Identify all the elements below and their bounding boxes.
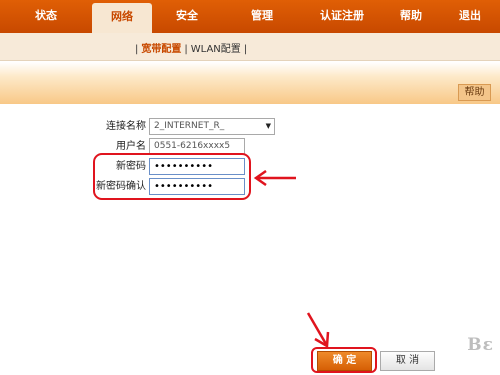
nav-item-logout[interactable]: 退出 [440, 0, 500, 33]
separator: | [135, 44, 139, 55]
subnav-broadband-config[interactable]: 宽带配置 [141, 44, 181, 55]
header-band [0, 62, 500, 104]
arrow-down-icon [306, 312, 330, 349]
connection-name-label: 连接名称 [106, 121, 146, 132]
nav-item-network[interactable]: 网络 [92, 3, 152, 33]
subnav-wlan-config[interactable]: WLAN配置 [191, 44, 241, 55]
separator: | [243, 44, 248, 55]
help-button[interactable]: 帮助 [458, 84, 491, 101]
nav-item-management[interactable]: 管理 [222, 0, 302, 33]
separator: | [184, 44, 188, 55]
cancel-button[interactable]: 取 消 [380, 351, 435, 371]
top-nav: 状态 网络 安全 管理 认证注册 帮助 退出 [0, 0, 500, 33]
nav-item-help[interactable]: 帮助 [382, 0, 440, 33]
nav-item-security[interactable]: 安全 [152, 0, 222, 33]
connection-name-value: 2_INTERNET_R_ [154, 121, 225, 131]
nav-item-status[interactable]: 状态 [0, 0, 92, 33]
sub-nav: | 宽带配置 | WLAN配置 | [0, 33, 500, 61]
chevron-down-icon: ▼ [265, 122, 271, 130]
watermark-logo: Bε [467, 335, 494, 355]
main-content [0, 104, 500, 375]
sub-nav-links: | 宽带配置 | WLAN配置 | [132, 40, 250, 55]
ok-button[interactable]: 确 定 [317, 351, 372, 371]
connection-name-select[interactable]: 2_INTERNET_R_ ▼ [149, 118, 275, 135]
nav-item-auth-register[interactable]: 认证注册 [302, 0, 382, 33]
highlight-box [93, 153, 251, 200]
arrow-left-icon [253, 170, 296, 186]
